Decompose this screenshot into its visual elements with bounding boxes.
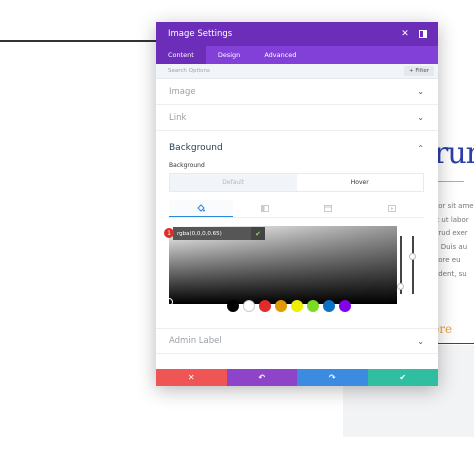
gradient-icon xyxy=(260,205,269,212)
color-swatches xyxy=(227,300,351,312)
card-paragraph: olor sit ame nt ut labor strud exer e. D… xyxy=(432,200,474,281)
modal-tabs: Content Design Advanced xyxy=(156,46,438,64)
page-canvas: rum olor sit ame nt ut labor strud exer … xyxy=(0,0,474,461)
opacity-slider-handle[interactable] xyxy=(397,283,404,290)
filter-button[interactable]: + Filter xyxy=(404,66,434,76)
paragraph-line: nt ut labor xyxy=(432,215,469,224)
tab-video[interactable] xyxy=(360,200,424,217)
tab-image[interactable] xyxy=(297,200,361,217)
modal-header: Image Settings ✕ xyxy=(156,22,438,46)
divider-line xyxy=(0,40,160,42)
color-swatch[interactable] xyxy=(259,300,271,312)
hue-slider-handle[interactable] xyxy=(409,253,416,260)
tab-advanced[interactable]: Advanced xyxy=(252,46,308,64)
chevron-up-icon: ⌃ xyxy=(417,143,424,153)
color-swatch[interactable] xyxy=(291,300,303,312)
image-icon xyxy=(324,205,333,212)
video-icon xyxy=(388,205,397,212)
paragraph-line: olor sit ame xyxy=(432,202,474,210)
tab-content[interactable]: Content xyxy=(156,46,206,64)
paragraph-line: strud exer xyxy=(432,229,468,237)
color-value-field[interactable]: rgba(0,0,0,0.65) ✔ xyxy=(173,227,265,240)
background-type-tabs xyxy=(169,200,424,218)
step-badge: 1 xyxy=(164,228,174,238)
section-background: Background ⌃ Background Default Hover rg… xyxy=(156,131,438,312)
section-admin-label[interactable]: Admin Label ⌄ xyxy=(156,328,438,354)
paragraph-line: oident, su xyxy=(432,269,467,278)
section-label: Admin Label xyxy=(169,336,222,346)
background-field-label: Background xyxy=(169,162,205,169)
state-toggle: Default Hover xyxy=(169,173,424,192)
section-label: Background xyxy=(169,143,223,153)
toggle-default[interactable]: Default xyxy=(170,174,297,191)
discard-button[interactable]: ✕ xyxy=(156,369,227,386)
undo-button[interactable]: ↶ xyxy=(226,369,297,386)
section-label: Link xyxy=(169,112,187,123)
color-value: rgba(0,0,0,0.65) xyxy=(177,230,222,237)
save-button[interactable]: ✔ xyxy=(367,369,438,386)
toggle-hover[interactable]: Hover xyxy=(296,174,423,191)
tab-color[interactable] xyxy=(169,200,233,217)
color-swatch[interactable] xyxy=(243,300,255,312)
section-image[interactable]: Image ⌄ xyxy=(156,79,438,105)
image-settings-modal: Image Settings ✕ Content Design Advanced… xyxy=(156,22,438,386)
paint-bucket-icon xyxy=(197,204,205,212)
section-link[interactable]: Link ⌄ xyxy=(156,105,438,131)
color-swatch[interactable] xyxy=(307,300,319,312)
color-swatch[interactable] xyxy=(275,300,287,312)
chevron-down-icon: ⌄ xyxy=(417,87,424,96)
color-swatch[interactable] xyxy=(227,300,239,312)
card-heading: rum xyxy=(434,136,474,171)
modal-title: Image Settings xyxy=(168,29,233,39)
card-bottom-rule xyxy=(432,343,474,344)
color-swatch[interactable] xyxy=(339,300,351,312)
paragraph-line: olore eu xyxy=(432,256,461,264)
hue-slider[interactable] xyxy=(412,236,414,294)
search-input[interactable]: Search Options xyxy=(168,68,404,74)
chevron-down-icon: ⌄ xyxy=(417,336,424,346)
section-label: Image xyxy=(169,86,196,97)
color-swatch[interactable] xyxy=(323,300,335,312)
modal-footer: ✕ ↶ ↷ ✔ xyxy=(156,369,438,386)
redo-button[interactable]: ↷ xyxy=(297,369,368,386)
tab-gradient[interactable] xyxy=(233,200,297,217)
section-background-header[interactable]: Background ⌃ xyxy=(169,131,424,165)
tab-design[interactable]: Design xyxy=(206,46,252,64)
sidebar-toggle-icon[interactable] xyxy=(416,27,430,41)
saturation-handle[interactable] xyxy=(165,298,173,306)
color-picker: rgba(0,0,0,0.65) ✔ 1 xyxy=(164,226,424,312)
chevron-down-icon: ⌄ xyxy=(417,113,424,122)
close-icon[interactable]: ✕ xyxy=(398,27,412,41)
confirm-check-icon[interactable]: ✔ xyxy=(251,227,265,240)
search-bar: Search Options + Filter xyxy=(156,64,438,79)
paragraph-line: e. Duis au xyxy=(432,242,468,251)
